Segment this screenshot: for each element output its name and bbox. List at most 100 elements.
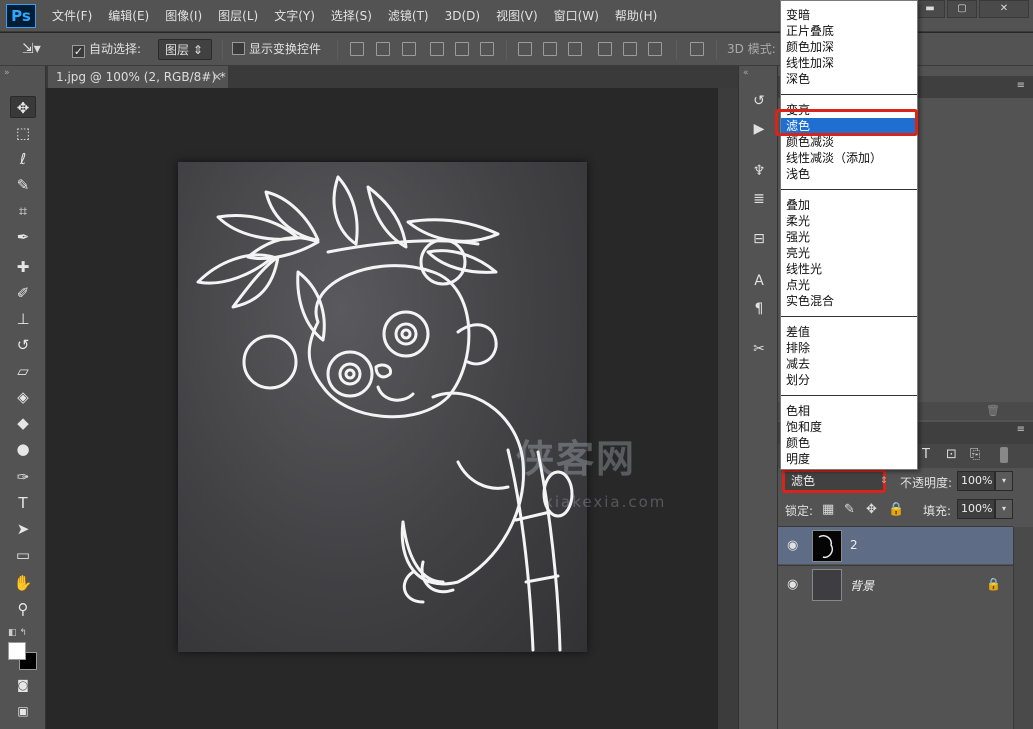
shape-filter-icon[interactable]: ⊡ (946, 447, 957, 462)
blur-icon[interactable]: ◆ (10, 412, 36, 434)
quick-select-icon[interactable]: ✎ (10, 174, 36, 196)
tool-presets-icon[interactable]: ✂ (748, 338, 770, 360)
menu-window[interactable]: 窗口(W) (546, 0, 607, 32)
blend-mode-option[interactable]: 色相 (781, 403, 917, 419)
blend-mode-option[interactable]: 正片叠底 (781, 23, 917, 39)
menu-image[interactable]: 图像(I) (157, 0, 210, 32)
distribute-right-icon[interactable] (648, 42, 662, 56)
fill-dropdown-icon[interactable]: ▾ (995, 499, 1013, 519)
auto-align-icon[interactable] (690, 42, 704, 56)
blend-mode-option[interactable]: 减去 (781, 356, 917, 372)
blend-mode-option[interactable]: 柔光 (781, 213, 917, 229)
blend-mode-option[interactable]: 排除 (781, 340, 917, 356)
layers-scrollbar[interactable] (1013, 527, 1033, 729)
lock-position-icon[interactable]: ✥ (866, 502, 877, 517)
type-icon[interactable]: T (10, 492, 36, 514)
pen-icon[interactable]: ✑ (10, 466, 36, 488)
lock-pixels-icon[interactable]: ✎ (844, 502, 855, 517)
distribute-hcenter-icon[interactable] (623, 42, 637, 56)
layer-row[interactable]: ◉ 2 (778, 526, 1013, 564)
align-vcenter-icon[interactable] (376, 42, 390, 56)
distribute-left-icon[interactable] (598, 42, 612, 56)
marquee-icon[interactable]: ⬚ (10, 122, 36, 144)
align-left-icon[interactable] (430, 42, 444, 56)
actions-panel-icon[interactable]: ▶ (748, 118, 770, 140)
paragraph-panel-icon[interactable]: ¶ (748, 298, 770, 320)
eraser-icon[interactable]: ▱ (10, 360, 36, 382)
artboard[interactable] (178, 162, 587, 652)
auto-select-checkbox[interactable]: ✓ 自动选择: (72, 39, 141, 60)
menu-layer[interactable]: 图层(L) (210, 0, 266, 32)
auto-select-target-dropdown[interactable]: 图层 ⇕ (158, 39, 212, 60)
character-panel-icon[interactable]: A (748, 270, 770, 292)
history-panel-icon[interactable]: ↺ (748, 90, 770, 112)
blend-mode-option[interactable]: 颜色 (781, 435, 917, 451)
layers-panel-menu-icon[interactable]: ≡ (1017, 424, 1025, 435)
filter-toggle[interactable] (1000, 447, 1008, 463)
align-top-icon[interactable] (350, 42, 364, 56)
minimize-button[interactable]: ▬ (915, 0, 945, 18)
opacity-dropdown-icon[interactable]: ▾ (995, 471, 1013, 491)
fill-input[interactable]: 100% (957, 499, 995, 519)
canvas-area[interactable]: 侠客网 xiakexia.com (46, 88, 718, 729)
layer-name[interactable]: 背景 (850, 577, 874, 594)
align-hcenter-icon[interactable] (455, 42, 469, 56)
stamp-icon[interactable]: ⊥ (10, 308, 36, 330)
menu-3d[interactable]: 3D(D) (437, 0, 488, 32)
move-icon[interactable]: ✥ (10, 96, 36, 118)
blend-mode-option[interactable]: 线性减淡（添加） (781, 150, 917, 166)
blend-mode-option[interactable]: 变暗 (781, 7, 917, 23)
menu-help[interactable]: 帮助(H) (607, 0, 665, 32)
brush-panel-icon[interactable]: ≣ (748, 188, 770, 210)
brush-presets-icon[interactable]: ♆ (748, 160, 770, 182)
blend-mode-option[interactable]: 亮光 (781, 245, 917, 261)
brush-icon[interactable]: ✐ (10, 282, 36, 304)
move-tool-preset-icon[interactable]: ⇲▾ (22, 39, 41, 60)
maximize-button[interactable]: ▢ (947, 0, 977, 18)
lock-all-icon[interactable]: 🔒 (888, 502, 904, 517)
document-tab[interactable]: 1.jpg @ 100% (2, RGB/8#) * ✕ (48, 66, 228, 88)
distribute-vcenter-icon[interactable] (543, 42, 557, 56)
lock-transparent-icon[interactable]: ▦ (822, 502, 834, 517)
blend-mode-option[interactable]: 浅色 (781, 166, 917, 182)
close-document-icon[interactable]: ✕ (212, 66, 222, 88)
align-bottom-icon[interactable] (402, 42, 416, 56)
visibility-eye-icon[interactable]: ◉ (787, 577, 798, 592)
blend-mode-option[interactable]: 差值 (781, 324, 917, 340)
opacity-input[interactable]: 100% (957, 471, 995, 491)
menu-select[interactable]: 选择(S) (323, 0, 380, 32)
blend-mode-option[interactable]: 颜色减淡 (781, 134, 917, 150)
crop-icon[interactable]: ⌗ (10, 200, 36, 222)
menu-view[interactable]: 视图(V) (488, 0, 546, 32)
quick-mask-icon[interactable]: ◙ (10, 674, 36, 696)
screen-mode-icon[interactable]: ▣ (10, 700, 36, 722)
layer-row[interactable]: ◉ 背景 🔒 (778, 565, 1013, 603)
menu-edit[interactable]: 编辑(E) (100, 0, 157, 32)
blend-mode-option[interactable]: 颜色加深 (781, 39, 917, 55)
visibility-eye-icon[interactable]: ◉ (787, 538, 798, 553)
lasso-icon[interactable]: ℓ (10, 148, 36, 170)
blend-mode-option[interactable]: 实色混合 (781, 293, 917, 309)
blend-mode-option[interactable]: 划分 (781, 372, 917, 388)
path-select-icon[interactable]: ➤ (10, 518, 36, 540)
menu-type[interactable]: 文字(Y) (266, 0, 323, 32)
layer-name[interactable]: 2 (850, 538, 858, 552)
align-right-icon[interactable] (480, 42, 494, 56)
toolbox-collapse-icon[interactable]: » (4, 68, 10, 78)
blend-mode-option[interactable]: 叠加 (781, 197, 917, 213)
hand-icon[interactable]: ✋ (10, 572, 36, 594)
menu-filter[interactable]: 滤镜(T) (380, 0, 437, 32)
foreground-color-swatch[interactable] (8, 642, 26, 660)
eyedropper-icon[interactable]: ✒ (10, 226, 36, 248)
show-transform-checkbox[interactable]: 显示变换控件 (232, 39, 321, 60)
delete-icon[interactable]: 🗑 (986, 404, 1000, 417)
blend-mode-option[interactable]: 深色 (781, 71, 917, 87)
smart-object-filter-icon[interactable]: ⎘ (970, 447, 980, 462)
distribute-bottom-icon[interactable] (568, 42, 582, 56)
healing-icon[interactable]: ✚ (10, 256, 36, 278)
blend-mode-select[interactable]: 滤色 (782, 469, 886, 493)
paint-bucket-icon[interactable]: ◈ (10, 386, 36, 408)
canvas-vertical-scrollbar[interactable] (718, 88, 738, 729)
blend-mode-arrow-icon[interactable]: ⇕ (880, 476, 888, 486)
dodge-icon[interactable]: ● (10, 438, 36, 460)
